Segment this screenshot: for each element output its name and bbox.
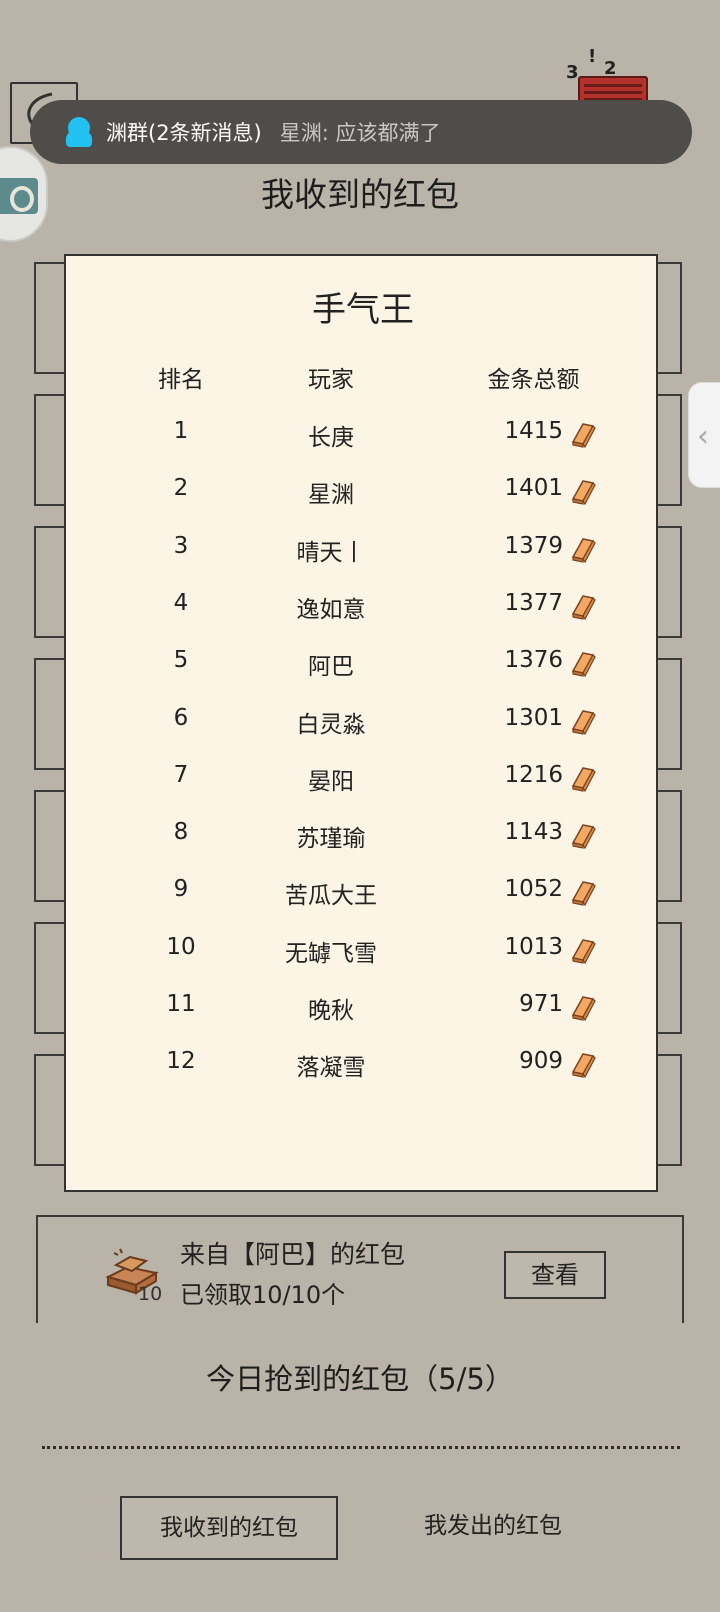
luck-king-panel: 手气王 排名 玩家 金条总额 1 长庚 1415 2 星渊 1401 3 晴天丨 1379 4 逸如… [64,254,658,1192]
amount-cell: 1216 [466,762,601,792]
notification-group: 渊群(2条新消息) [106,121,262,145]
table-row: 2 星渊 1401 [66,475,660,515]
player-cell: 晚秋 [308,998,354,1024]
gold-bar-icon [571,996,596,1021]
rank-cell: 2 [173,475,189,502]
gold-bar-icon [571,537,596,563]
amount-cell: 1415 [466,418,601,448]
stack-label: ! [588,46,597,67]
player-cell: 晏阳 [308,768,354,795]
player-cell: 长庚 [308,425,354,451]
player-cell: 晴天丨 [296,539,366,566]
table-row: 4 逸如意 1377 [66,590,660,630]
amount-cell: 971 [466,991,601,1021]
table-row: 1 长庚 1415 [66,418,660,458]
player-cell: 苦瓜大王 [285,883,377,910]
chevron-left-icon: ‹ [697,419,709,454]
page-title: 我收到的红包 [261,175,459,214]
message-notification[interactable]: 渊群(2条新消息) 星渊: 应该都满了 [30,100,692,164]
table-row: 6 白灵淼 1301 [66,705,660,745]
qq-penguin-icon [66,117,92,147]
gold-bar-icon [571,766,596,792]
rank-cell: 7 [173,761,189,788]
rank-cell: 6 [173,704,189,731]
tab-received[interactable]: 我收到的红包 [120,1496,338,1560]
player-cell: 苏瑾瑜 [296,826,366,853]
dotted-divider [42,1446,680,1449]
player-cell: 阿巴 [308,654,354,681]
rank-cell: 1 [173,418,189,444]
today-red-packets-label: 今日抢到的红包（5/5） [206,1362,514,1396]
player-cell: 逸如意 [296,596,366,623]
amount-cell: 1379 [466,533,601,563]
table-row: 3 晴天丨 1379 [66,533,660,573]
gold-bar-icon [571,423,596,448]
table-row: 11 晚秋 971 [66,991,660,1031]
rank-cell: 12 [166,1048,196,1075]
amount-cell: 909 [466,1048,601,1079]
table-row: 8 苏瑾瑜 1143 [66,819,660,859]
rank-cell: 4 [173,589,189,616]
gold-bar-icon [571,881,596,907]
gold-bar-icon [571,1053,596,1079]
amount-cell: 1301 [466,705,601,735]
table-header: 排名 玩家 金条总额 [66,360,660,400]
amount-cell: 1401 [466,475,601,506]
table-row: 12 落凝雪 909 [66,1048,660,1088]
red-packet-card: 10 来自【阿巴】的红包 已领取10/10个 查看 [36,1215,684,1323]
player-cell: 无罅飞雪 [285,940,377,967]
rank-cell: 8 [173,819,189,846]
player-cell: 星渊 [308,482,354,509]
table-row: 10 无罅飞雪 1013 [66,934,660,974]
gold-bar-icon [571,595,596,620]
gold-bar-icon [571,709,596,735]
table-row: 9 苦瓜大王 1052 [66,876,660,916]
amount-cell: 1013 [466,934,601,964]
amount-cell: 1052 [466,876,601,907]
gold-bar-icon [571,652,596,678]
stack-label: 3 [566,62,579,83]
gold-bar-icon [571,938,596,964]
column-amount: 金条总额 [487,367,580,393]
player-cell: 白灵淼 [296,711,366,738]
table-row: 7 晏阳 1216 [66,762,660,802]
side-drawer-handle[interactable]: ‹ [688,382,720,488]
notification-message: 星渊: 应该都满了 [279,121,441,145]
amount-cell: 1377 [466,590,601,620]
amount-cell: 1143 [466,819,601,850]
gold-bar-icon [571,480,596,506]
red-packet-sender: 来自【阿巴】的红包 [180,1240,406,1269]
gold-bar-icon [571,824,596,850]
column-player: 玩家 [308,367,354,393]
rank-cell: 10 [166,933,196,960]
amount-cell: 1376 [466,647,601,678]
player-cell: 落凝雪 [296,1055,366,1082]
rank-cell: 5 [173,647,189,674]
view-button[interactable]: 查看 [504,1251,606,1299]
red-packet-count: 10 [138,1283,163,1305]
red-packet-claimed: 已领取10/10个 [180,1281,346,1309]
rank-cell: 3 [173,532,189,559]
panel-title: 手气王 [312,290,414,330]
rank-cell: 11 [166,991,196,1017]
tab-sent[interactable]: 我发出的红包 [384,1496,602,1560]
table-row: 5 阿巴 1376 [66,647,660,687]
rank-cell: 9 [173,876,189,903]
column-rank: 排名 [158,367,204,393]
